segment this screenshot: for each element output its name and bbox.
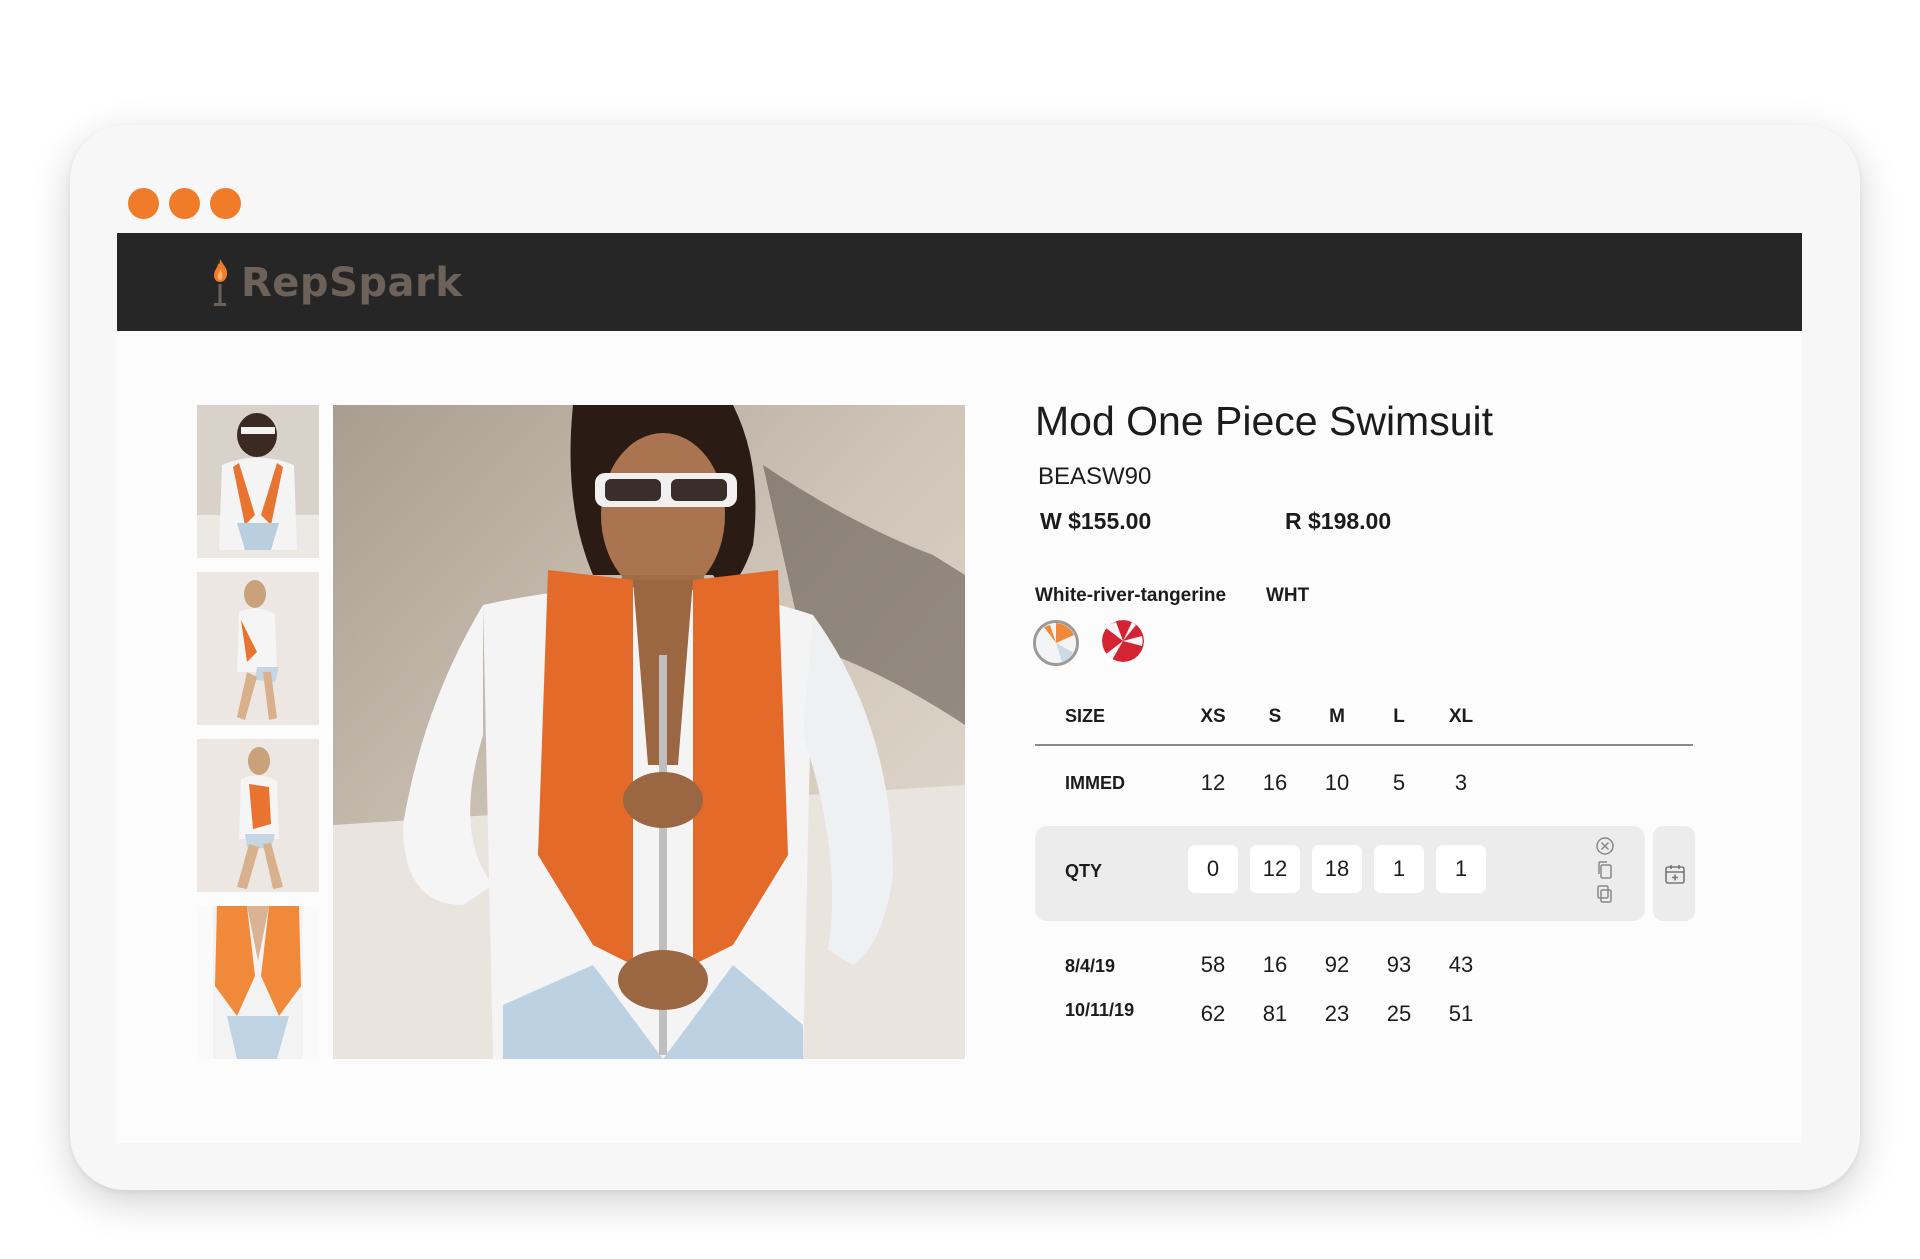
- qty-label: QTY: [1065, 861, 1103, 881]
- immed-label: IMMED: [1065, 773, 1125, 793]
- future-date-2: 10/11/19: [1065, 1000, 1135, 1020]
- future-2-xs: 62: [1200, 1001, 1226, 1026]
- immed-m: 10: [1324, 770, 1350, 795]
- close-circle-icon[interactable]: [1595, 836, 1615, 856]
- qty-input-s[interactable]: 12: [1250, 845, 1300, 893]
- size-header-label: SIZE: [1065, 706, 1106, 726]
- app-window: RepSpark Mod One Piece Swimsuit BEASW90 …: [117, 233, 1802, 1143]
- window-control-dot[interactable]: [169, 188, 200, 219]
- immed-xs: 12: [1200, 770, 1226, 795]
- brand-name: RepSpark: [241, 260, 463, 306]
- size-m: M: [1329, 706, 1345, 727]
- size-s: S: [1268, 706, 1282, 727]
- copy-icon[interactable]: [1595, 860, 1615, 880]
- top-bar: RepSpark: [117, 233, 1802, 331]
- future-2-m: 23: [1324, 1001, 1350, 1026]
- future-1-xl: 43: [1448, 952, 1474, 977]
- main-product-photo[interactable]: [333, 405, 965, 1059]
- future-2-l: 25: [1386, 1001, 1412, 1026]
- white-orange-swatch[interactable]: [1033, 620, 1079, 666]
- immed-l: 5: [1392, 770, 1406, 795]
- thumbnail-3[interactable]: [197, 739, 319, 892]
- future-date-1: 8/4/19: [1065, 956, 1116, 976]
- qty-input-xl[interactable]: 1: [1436, 845, 1486, 893]
- repspark-logo[interactable]: RepSpark: [207, 257, 462, 309]
- calendar-add-button[interactable]: [1653, 826, 1695, 921]
- future-2-s: 81: [1262, 1001, 1288, 1026]
- product-sku: BEASW90: [1038, 463, 1152, 490]
- size-xs: XS: [1200, 706, 1226, 727]
- size-xl: XL: [1448, 706, 1474, 727]
- thumbnail-4[interactable]: [197, 906, 319, 1059]
- immed-s: 16: [1262, 770, 1288, 795]
- future-1-xs: 58: [1200, 952, 1226, 977]
- future-1-s: 16: [1262, 952, 1288, 977]
- immed-xl: 3: [1454, 770, 1468, 795]
- thumbnail-2[interactable]: [197, 572, 319, 725]
- future-2-xl: 51: [1448, 1001, 1474, 1026]
- flame-icon: [214, 259, 228, 306]
- wholesale-price: W $155.00: [1040, 508, 1152, 534]
- calendar-add-icon: [1665, 865, 1685, 884]
- future-1-l: 93: [1386, 952, 1412, 977]
- red-white-swatch[interactable]: [1102, 620, 1144, 662]
- window-control-dot[interactable]: [128, 188, 159, 219]
- color-code: WHT: [1266, 585, 1310, 606]
- thumbnail-1[interactable]: [197, 405, 319, 558]
- window-control-dot[interactable]: [210, 188, 241, 219]
- size-l: L: [1393, 706, 1405, 727]
- qty-input-l[interactable]: 1: [1374, 845, 1424, 893]
- color-name: White-river-tangerine: [1035, 585, 1227, 606]
- qty-input-xs[interactable]: 0: [1188, 845, 1238, 893]
- product-title: Mod One Piece Swimsuit: [1035, 398, 1494, 444]
- paste-icon[interactable]: [1595, 884, 1615, 904]
- grid-divider: [1035, 744, 1693, 746]
- retail-price: R $198.00: [1285, 508, 1392, 534]
- future-1-m: 92: [1324, 952, 1350, 977]
- qty-input-m[interactable]: 18: [1312, 845, 1362, 893]
